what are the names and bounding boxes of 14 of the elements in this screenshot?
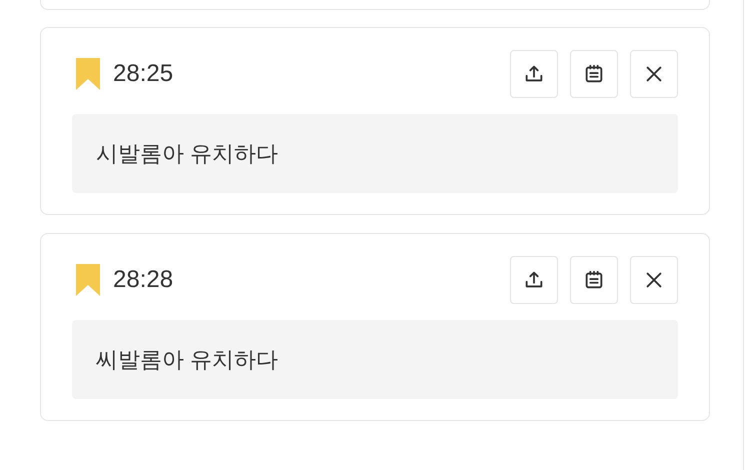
close-button[interactable] [630,50,678,98]
timestamp: 28:28 [113,265,174,295]
bookmark-icon [76,58,100,90]
share-button[interactable] [510,256,558,304]
share-button[interactable] [510,50,558,98]
bookmark-icon [76,264,100,296]
note-button[interactable] [570,256,618,304]
note-button[interactable] [570,50,618,98]
note-text: 시발롬아 유치하다 [72,114,678,193]
timestamp: 28:25 [113,59,174,89]
note-text: 씨발롬아 유치하다 [72,320,678,399]
notepad-icon [583,269,605,291]
notepad-icon [583,63,605,85]
close-button[interactable] [630,256,678,304]
